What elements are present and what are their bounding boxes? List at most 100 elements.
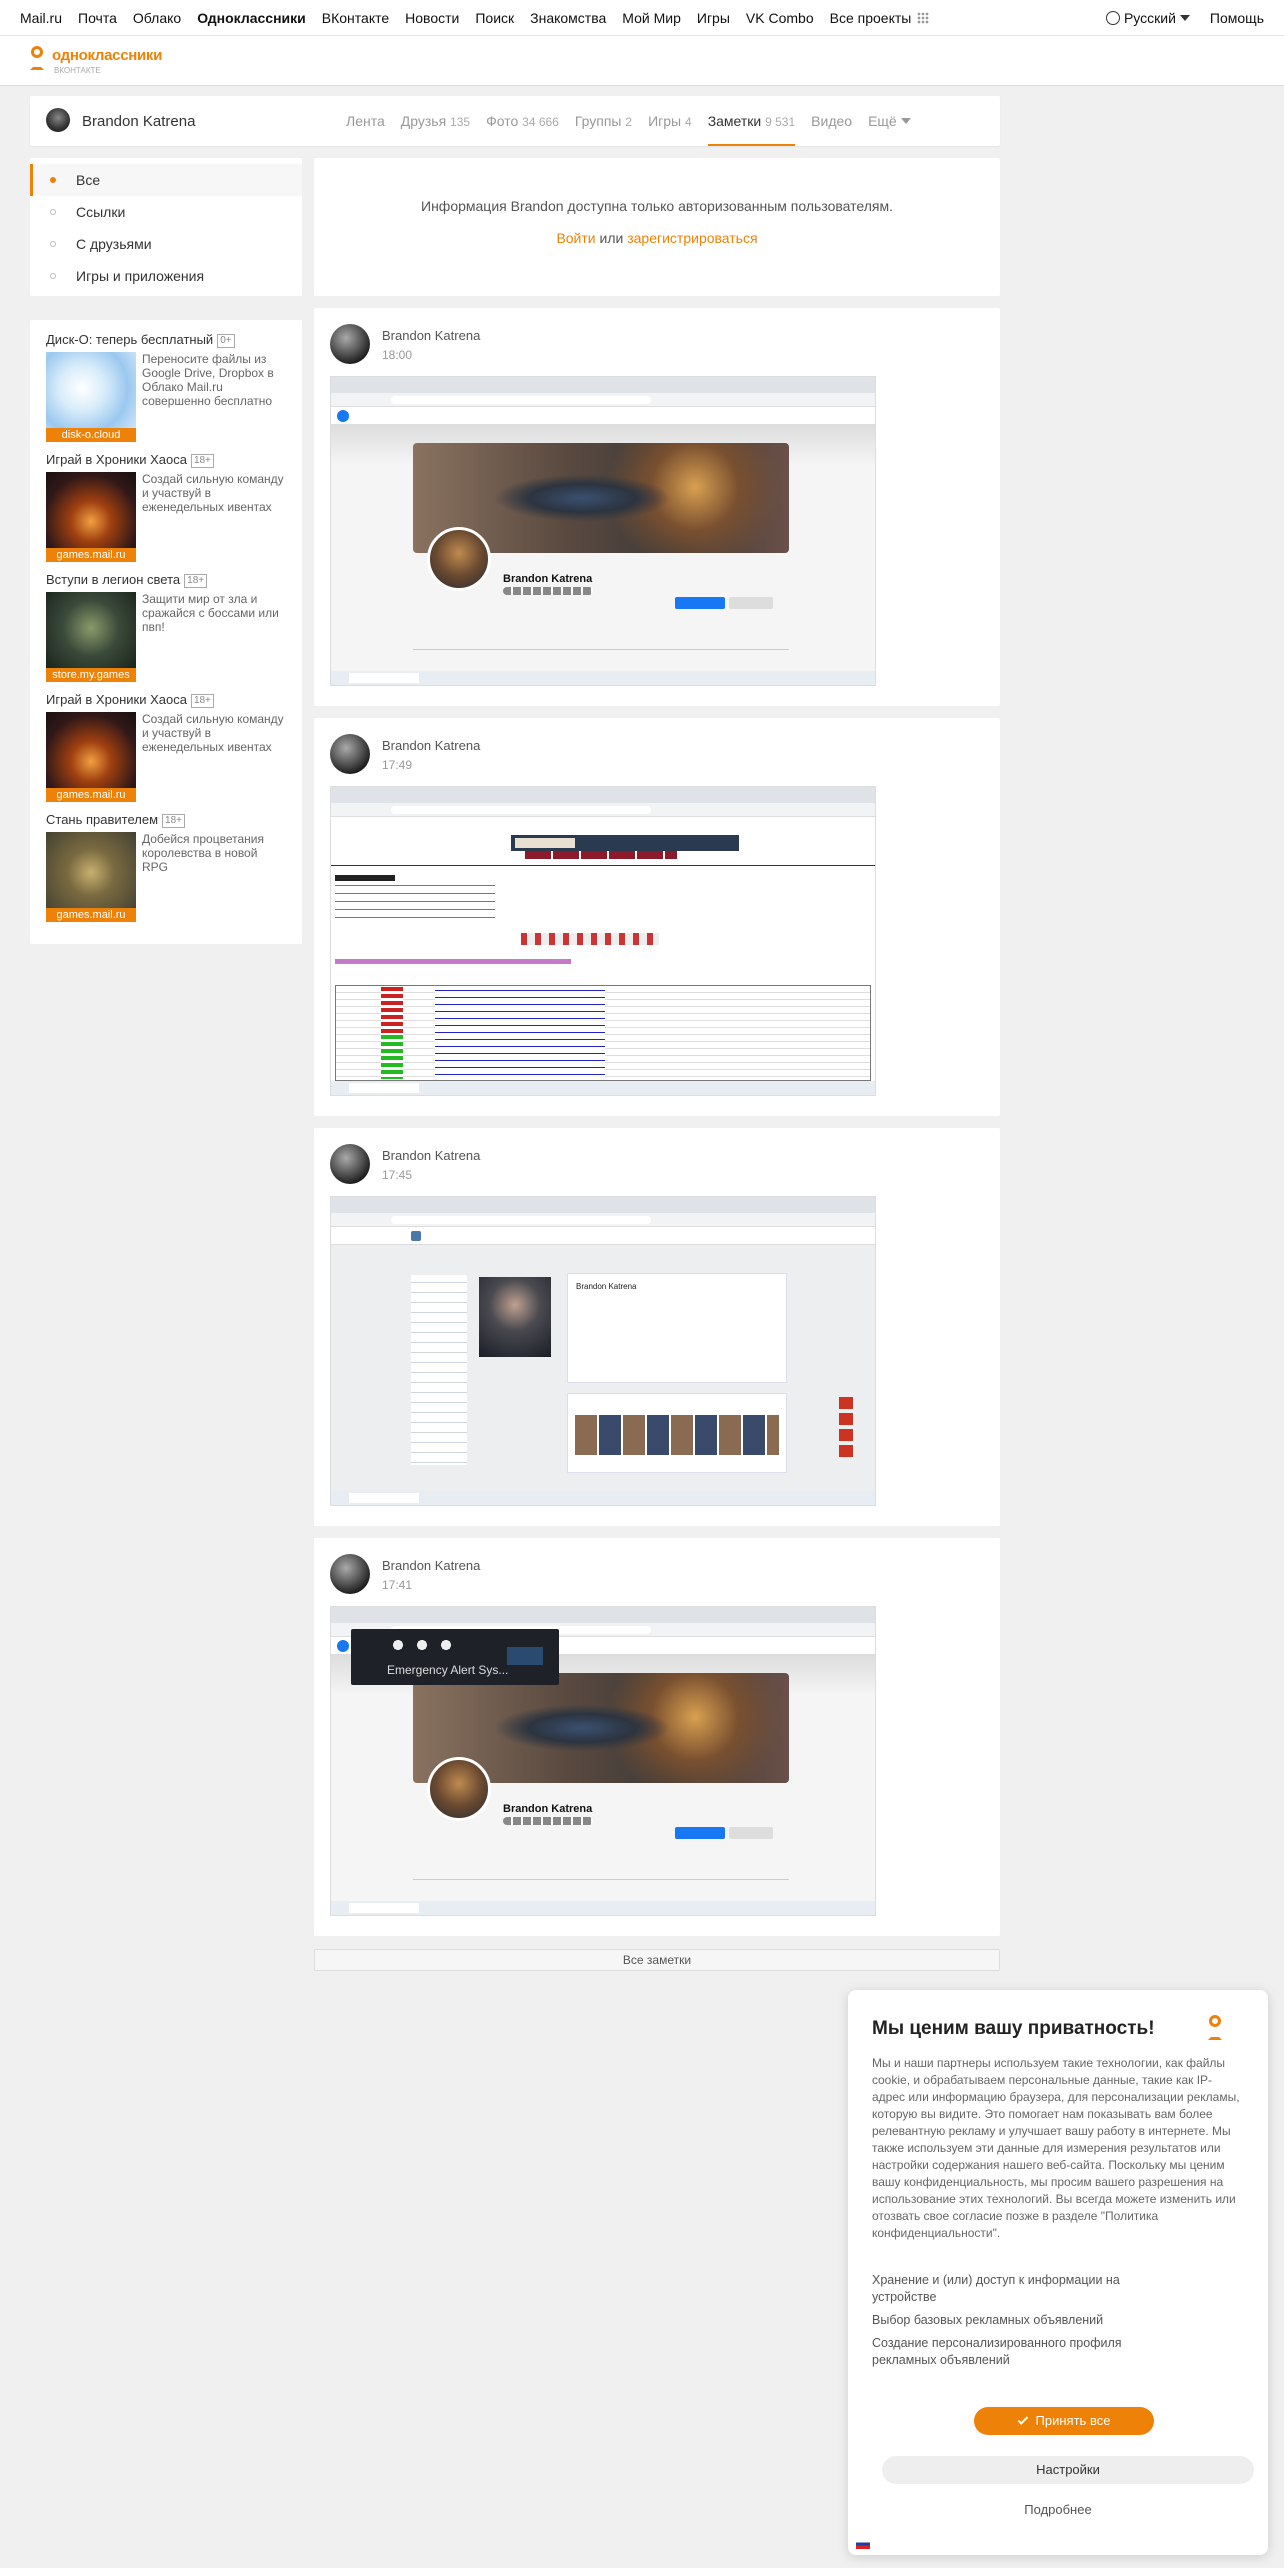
link-games[interactable]: Игры xyxy=(697,10,730,26)
filter-games-apps[interactable]: Игры и приложения xyxy=(30,260,302,292)
link-news[interactable]: Новости xyxy=(405,10,459,26)
register-link[interactable]: зарегистрироваться xyxy=(627,230,757,246)
more-link[interactable]: Подробнее xyxy=(872,2502,1244,2517)
ad-title[interactable]: Играй в Хроники Хаоса 18+ xyxy=(46,452,286,468)
taskbar xyxy=(331,1081,875,1095)
avatar[interactable] xyxy=(330,734,370,774)
post-screenshot[interactable]: Brandon Katrena xyxy=(330,376,876,686)
vk-side-icons xyxy=(839,1397,853,1457)
edit-profile-button xyxy=(729,1827,773,1839)
language-selector[interactable]: Русский xyxy=(1124,10,1176,26)
tab-label: Лента xyxy=(346,113,385,129)
all-notes-button[interactable]: Все заметки xyxy=(314,1949,1000,1971)
link-cloud[interactable]: Облако xyxy=(133,10,181,26)
filter-all[interactable]: Все xyxy=(30,164,302,196)
accept-label: Принять все xyxy=(1035,2413,1111,2428)
ad-item[interactable]: Играй в Хроники Хаоса 18+ games.mail.ru С… xyxy=(46,692,286,802)
filter-label: С друзьями xyxy=(76,236,152,252)
vk-info-card: Brandon Katrena xyxy=(567,1273,787,1383)
tab-groups[interactable]: Группы 2 xyxy=(567,96,640,146)
tab-photos[interactable]: Фото 34 666 xyxy=(478,96,567,146)
tab-notes[interactable]: Заметки 9 531 xyxy=(700,96,803,146)
filter-label: Ссылки xyxy=(76,204,126,220)
topbar-right: Русский Помощь xyxy=(1105,10,1264,26)
tab-games[interactable]: Игры 4 xyxy=(640,96,700,146)
link-mail[interactable]: Почта xyxy=(78,10,117,26)
russian-flag-icon xyxy=(856,2539,870,2549)
age-badge: 18+ xyxy=(162,814,185,828)
avatar[interactable] xyxy=(330,324,370,364)
link-vkontakte[interactable]: ВКонтакте xyxy=(322,10,389,26)
profile-name[interactable]: Brandon Katrena xyxy=(82,113,195,130)
ad-description: Создай сильную команду и участвуй в ежен… xyxy=(142,712,284,754)
ad-title[interactable]: Вступи в легион света 18+ xyxy=(46,572,286,588)
ad-item[interactable]: Стань правителем 18+ games.mail.ru Добейс… xyxy=(46,812,286,922)
ad-title[interactable]: Диск-О: теперь бесплатный 0+ xyxy=(46,332,286,348)
post-author[interactable]: Brandon Katrena xyxy=(382,328,480,343)
settings-button[interactable]: Настройки xyxy=(882,2456,1254,2484)
avatar[interactable] xyxy=(330,1554,370,1594)
tab-count: 2 xyxy=(625,115,633,129)
ad-domain: games.mail.ru xyxy=(46,908,136,922)
notification-title: Emergency Alert Sys... xyxy=(387,1663,509,1677)
post-author[interactable]: Brandon Katrena xyxy=(382,1148,480,1163)
post-author[interactable]: Brandon Katrena xyxy=(382,738,480,753)
ad-item[interactable]: Диск-О: теперь бесплатный 0+ disk-o.cloud… xyxy=(46,332,286,442)
login-link[interactable]: Войти xyxy=(556,230,595,246)
auth-required-notice: Информация Brandon доступна только автор… xyxy=(314,158,1000,296)
copyright-logo xyxy=(511,835,739,851)
ad-image[interactable]: disk-o.cloud xyxy=(46,352,136,442)
tab-count: 34 666 xyxy=(522,115,559,129)
top-navigation-bar: Mail.ru Почта Облако Одноклассники ВКонтакте… xyxy=(0,0,1284,36)
filter-links[interactable]: Ссылки xyxy=(30,196,302,228)
accept-all-button[interactable]: Принять все xyxy=(974,2407,1154,2435)
link-odnoklassniki[interactable]: Одноклассники xyxy=(197,10,306,26)
link-mailru[interactable]: Mail.ru xyxy=(20,10,62,26)
vk-sidebar xyxy=(411,1275,467,1465)
friends-avatars xyxy=(503,1817,593,1825)
link-vk-combo[interactable]: VK Combo xyxy=(746,10,814,26)
friends-avatars xyxy=(503,587,593,595)
post-screenshot[interactable]: Brandon Katrena xyxy=(330,1196,876,1506)
post-author[interactable]: Brandon Katrena xyxy=(382,1558,480,1573)
facebook-nav xyxy=(331,407,875,425)
avatar[interactable] xyxy=(46,108,70,132)
tab-more[interactable]: Ещё xyxy=(860,96,919,146)
ok-logo-icon xyxy=(28,46,46,72)
ad-item[interactable]: Играй в Хроники Хаоса 18+ games.mail.ru С… xyxy=(46,452,286,562)
ad-item[interactable]: Вступи в легион света 18+ store.my.games … xyxy=(46,572,286,682)
link-all-projects[interactable]: Все проекты xyxy=(830,10,912,26)
logo-text: одноклассники xyxy=(52,47,163,64)
ad-image[interactable]: games.mail.ru xyxy=(46,712,136,802)
help-link[interactable]: Помощь xyxy=(1210,10,1264,26)
ad-image[interactable]: games.mail.ru xyxy=(46,832,136,922)
media-controls xyxy=(387,1637,457,1653)
post-time: 17:45 xyxy=(382,1168,413,1182)
ad-title[interactable]: Стань правителем 18+ xyxy=(46,812,286,828)
apps-grid-icon[interactable] xyxy=(917,12,930,24)
post-screenshot[interactable] xyxy=(330,786,876,1096)
avatar[interactable] xyxy=(330,1144,370,1184)
ad-description: Добейся процветания королевства в новой … xyxy=(142,832,264,874)
link-dating[interactable]: Знакомства xyxy=(530,10,606,26)
profile-tabs: Лента Друзья 135 Фото 34 666 Группы 2 Иг… xyxy=(338,96,919,146)
tab-friends[interactable]: Друзья 135 xyxy=(393,96,478,146)
ad-domain: store.my.games xyxy=(46,668,136,682)
ad-image[interactable]: games.mail.ru xyxy=(46,472,136,562)
taskbar xyxy=(331,671,875,685)
privacy-consent-dialog: Мы ценим вашу приватность! Мы и наши пар… xyxy=(848,1990,1268,2555)
link-search[interactable]: Поиск xyxy=(475,10,514,26)
post-time: 18:00 xyxy=(382,348,413,362)
link-my-world[interactable]: Мой Мир xyxy=(622,10,681,26)
add-story-button xyxy=(675,1827,725,1839)
taskbar xyxy=(331,1901,875,1915)
filter-with-friends[interactable]: С друзьями xyxy=(30,228,302,260)
tab-video[interactable]: Видео xyxy=(803,96,860,146)
filter-label: Все xyxy=(76,172,101,188)
chevron-down-icon[interactable] xyxy=(1179,15,1190,21)
ad-title[interactable]: Играй в Хроники Хаоса 18+ xyxy=(46,692,286,708)
edit-profile-button xyxy=(729,597,773,609)
ad-image[interactable]: store.my.games xyxy=(46,592,136,682)
post-screenshot[interactable]: Brandon Katrena Emergency Alert Sys... xyxy=(330,1606,876,1916)
tab-feed[interactable]: Лента xyxy=(338,96,393,146)
